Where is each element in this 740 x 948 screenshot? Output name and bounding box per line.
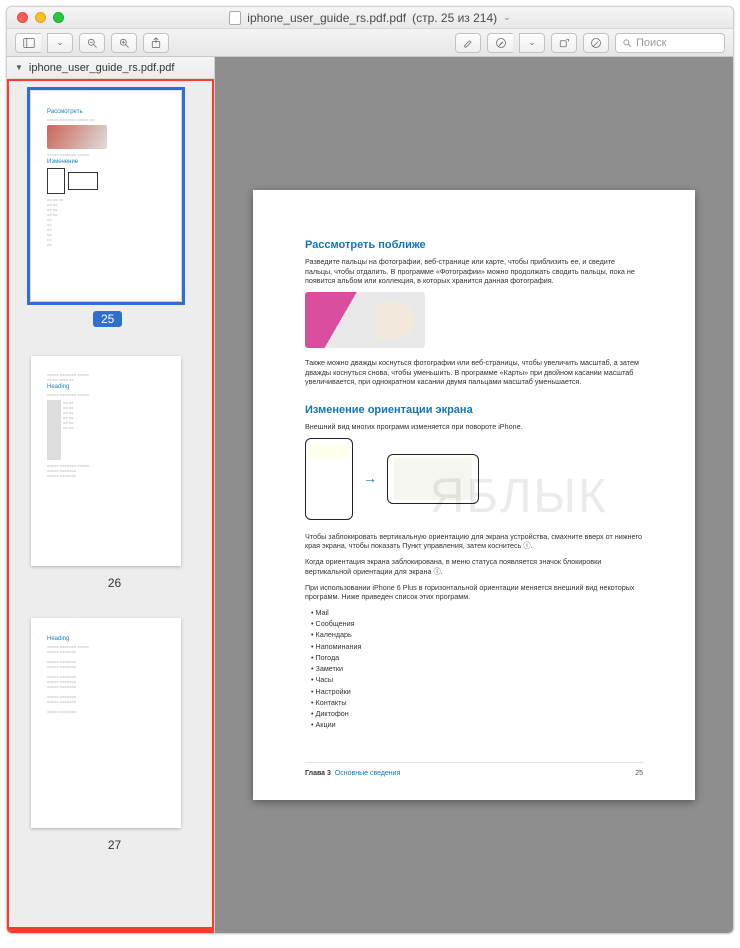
pinch-gesture-image bbox=[305, 292, 425, 348]
close-icon[interactable] bbox=[17, 12, 28, 23]
paragraph: Внешний вид многих программ изменяется п… bbox=[305, 422, 643, 432]
list-item: Напоминания bbox=[311, 642, 643, 652]
list-item: Сообщения bbox=[311, 619, 643, 629]
zoom-out-button[interactable] bbox=[79, 33, 105, 53]
list-item: Mail bbox=[311, 608, 643, 618]
thumbnail-label: 26 bbox=[31, 576, 198, 590]
rotate-button[interactable] bbox=[551, 33, 577, 53]
thumbnail-label: 27 bbox=[31, 838, 198, 852]
zoom-in-button[interactable] bbox=[111, 33, 137, 53]
minimize-icon[interactable] bbox=[35, 12, 46, 23]
arrow-right-icon: → bbox=[363, 469, 377, 488]
thumbnail-label: 25 bbox=[93, 311, 122, 327]
list-item: Диктофон bbox=[311, 709, 643, 719]
paragraph: Разведите пальцы на фотографии, веб-стра… bbox=[305, 257, 643, 286]
page-viewer[interactable]: Рассмотреть поближе Разведите пальцы на … bbox=[215, 57, 733, 933]
thumbnails-list: Рассмотреть ===== ======= ===== == =====… bbox=[7, 79, 214, 933]
search-icon bbox=[622, 38, 632, 48]
sidebar-toggle-button[interactable] bbox=[15, 33, 41, 53]
list-item: Контакты bbox=[311, 698, 643, 708]
list-item: Погода bbox=[311, 653, 643, 663]
thumbnail-page: ===== ======= ======= == ==== == Heading… bbox=[31, 356, 181, 566]
annotate-button[interactable] bbox=[583, 33, 609, 53]
heading-zoom: Рассмотреть поближе bbox=[305, 238, 643, 253]
page-footer: Глава 3 Основные сведения 25 bbox=[305, 762, 643, 778]
list-item: Заметки bbox=[311, 664, 643, 674]
chevron-down-icon[interactable]: ⌄ bbox=[503, 12, 511, 23]
app-window: iphone_user_guide_rs.pdf.pdf (стр. 25 из… bbox=[6, 6, 734, 934]
maximize-icon[interactable] bbox=[53, 12, 64, 23]
content-area: ▼ iphone_user_guide_rs.pdf.pdf Рассмотре… bbox=[7, 57, 733, 933]
thumbnails-sidebar: ▼ iphone_user_guide_rs.pdf.pdf Рассмотре… bbox=[7, 57, 215, 933]
chevron-down-icon: ⌄ bbox=[57, 38, 64, 47]
window-title: iphone_user_guide_rs.pdf.pdf (стр. 25 из… bbox=[7, 11, 733, 25]
heading-orientation: Изменение ориентации экрана bbox=[305, 403, 643, 418]
thumbnail-27[interactable]: Heading ===== ======= ========== =======… bbox=[31, 618, 198, 852]
title-filename: iphone_user_guide_rs.pdf.pdf bbox=[247, 11, 406, 25]
thumbnail-25[interactable]: Рассмотреть ===== ======= ===== == =====… bbox=[31, 91, 198, 328]
chevron-down-icon: ⌄ bbox=[529, 38, 536, 47]
search-placeholder: Поиск bbox=[636, 37, 666, 49]
thumbnail-26[interactable]: ===== ======= ======= == ==== == Heading… bbox=[31, 356, 198, 590]
pencil-icon bbox=[495, 37, 507, 49]
rotation-illustration: → bbox=[305, 438, 643, 520]
search-input[interactable]: Поиск bbox=[615, 33, 725, 53]
paragraph: Когда ориентация экрана заблокирована, в… bbox=[305, 557, 643, 576]
zoom-out-icon bbox=[86, 37, 98, 49]
phone-landscape-icon bbox=[387, 454, 479, 504]
apps-list: Mail Сообщения Календарь Напоминания Пог… bbox=[305, 608, 643, 730]
sidebar-icon bbox=[23, 37, 35, 49]
footer-page-number: 25 bbox=[635, 769, 643, 778]
document-icon bbox=[229, 11, 241, 25]
titlebar: iphone_user_guide_rs.pdf.pdf (стр. 25 из… bbox=[7, 7, 733, 29]
toolbar: ⌄ ⌄ Поиск bbox=[7, 29, 733, 57]
paragraph: Также можно дважды коснуться фотографии … bbox=[305, 358, 643, 387]
list-item: Настройки bbox=[311, 687, 643, 697]
title-page-info: (стр. 25 из 214) bbox=[412, 11, 497, 25]
traffic-lights bbox=[7, 12, 64, 23]
footer-chapter: Глава 3 Основные сведения bbox=[305, 769, 400, 778]
paragraph: При использовании iPhone 6 Plus в горизо… bbox=[305, 583, 643, 602]
list-item: Календарь bbox=[311, 630, 643, 640]
highlight-button[interactable] bbox=[455, 33, 481, 53]
markup-menu-button[interactable]: ⌄ bbox=[519, 33, 545, 53]
list-item: Акции bbox=[311, 720, 643, 730]
markup-button[interactable] bbox=[487, 33, 513, 53]
sidebar-header[interactable]: ▼ iphone_user_guide_rs.pdf.pdf bbox=[7, 57, 214, 79]
zoom-in-icon bbox=[118, 37, 130, 49]
pdf-page: Рассмотреть поближе Разведите пальцы на … bbox=[253, 190, 695, 800]
annotations-icon bbox=[590, 37, 602, 49]
paragraph: Чтобы заблокировать вертикальную ориента… bbox=[305, 532, 643, 551]
thumbnail-page: Heading ===== ======= ========== =======… bbox=[31, 618, 181, 828]
highlighter-icon bbox=[462, 37, 474, 49]
share-button[interactable] bbox=[143, 33, 169, 53]
phone-portrait-icon bbox=[305, 438, 353, 520]
sidebar-filename: iphone_user_guide_rs.pdf.pdf bbox=[29, 62, 175, 74]
sidebar-menu-button[interactable]: ⌄ bbox=[47, 33, 73, 53]
share-icon bbox=[150, 37, 162, 49]
list-item: Часы bbox=[311, 675, 643, 685]
disclosure-triangle-icon[interactable]: ▼ bbox=[15, 63, 23, 72]
thumbnail-page: Рассмотреть ===== ======= ===== == =====… bbox=[31, 91, 181, 301]
rotate-icon bbox=[558, 37, 570, 49]
